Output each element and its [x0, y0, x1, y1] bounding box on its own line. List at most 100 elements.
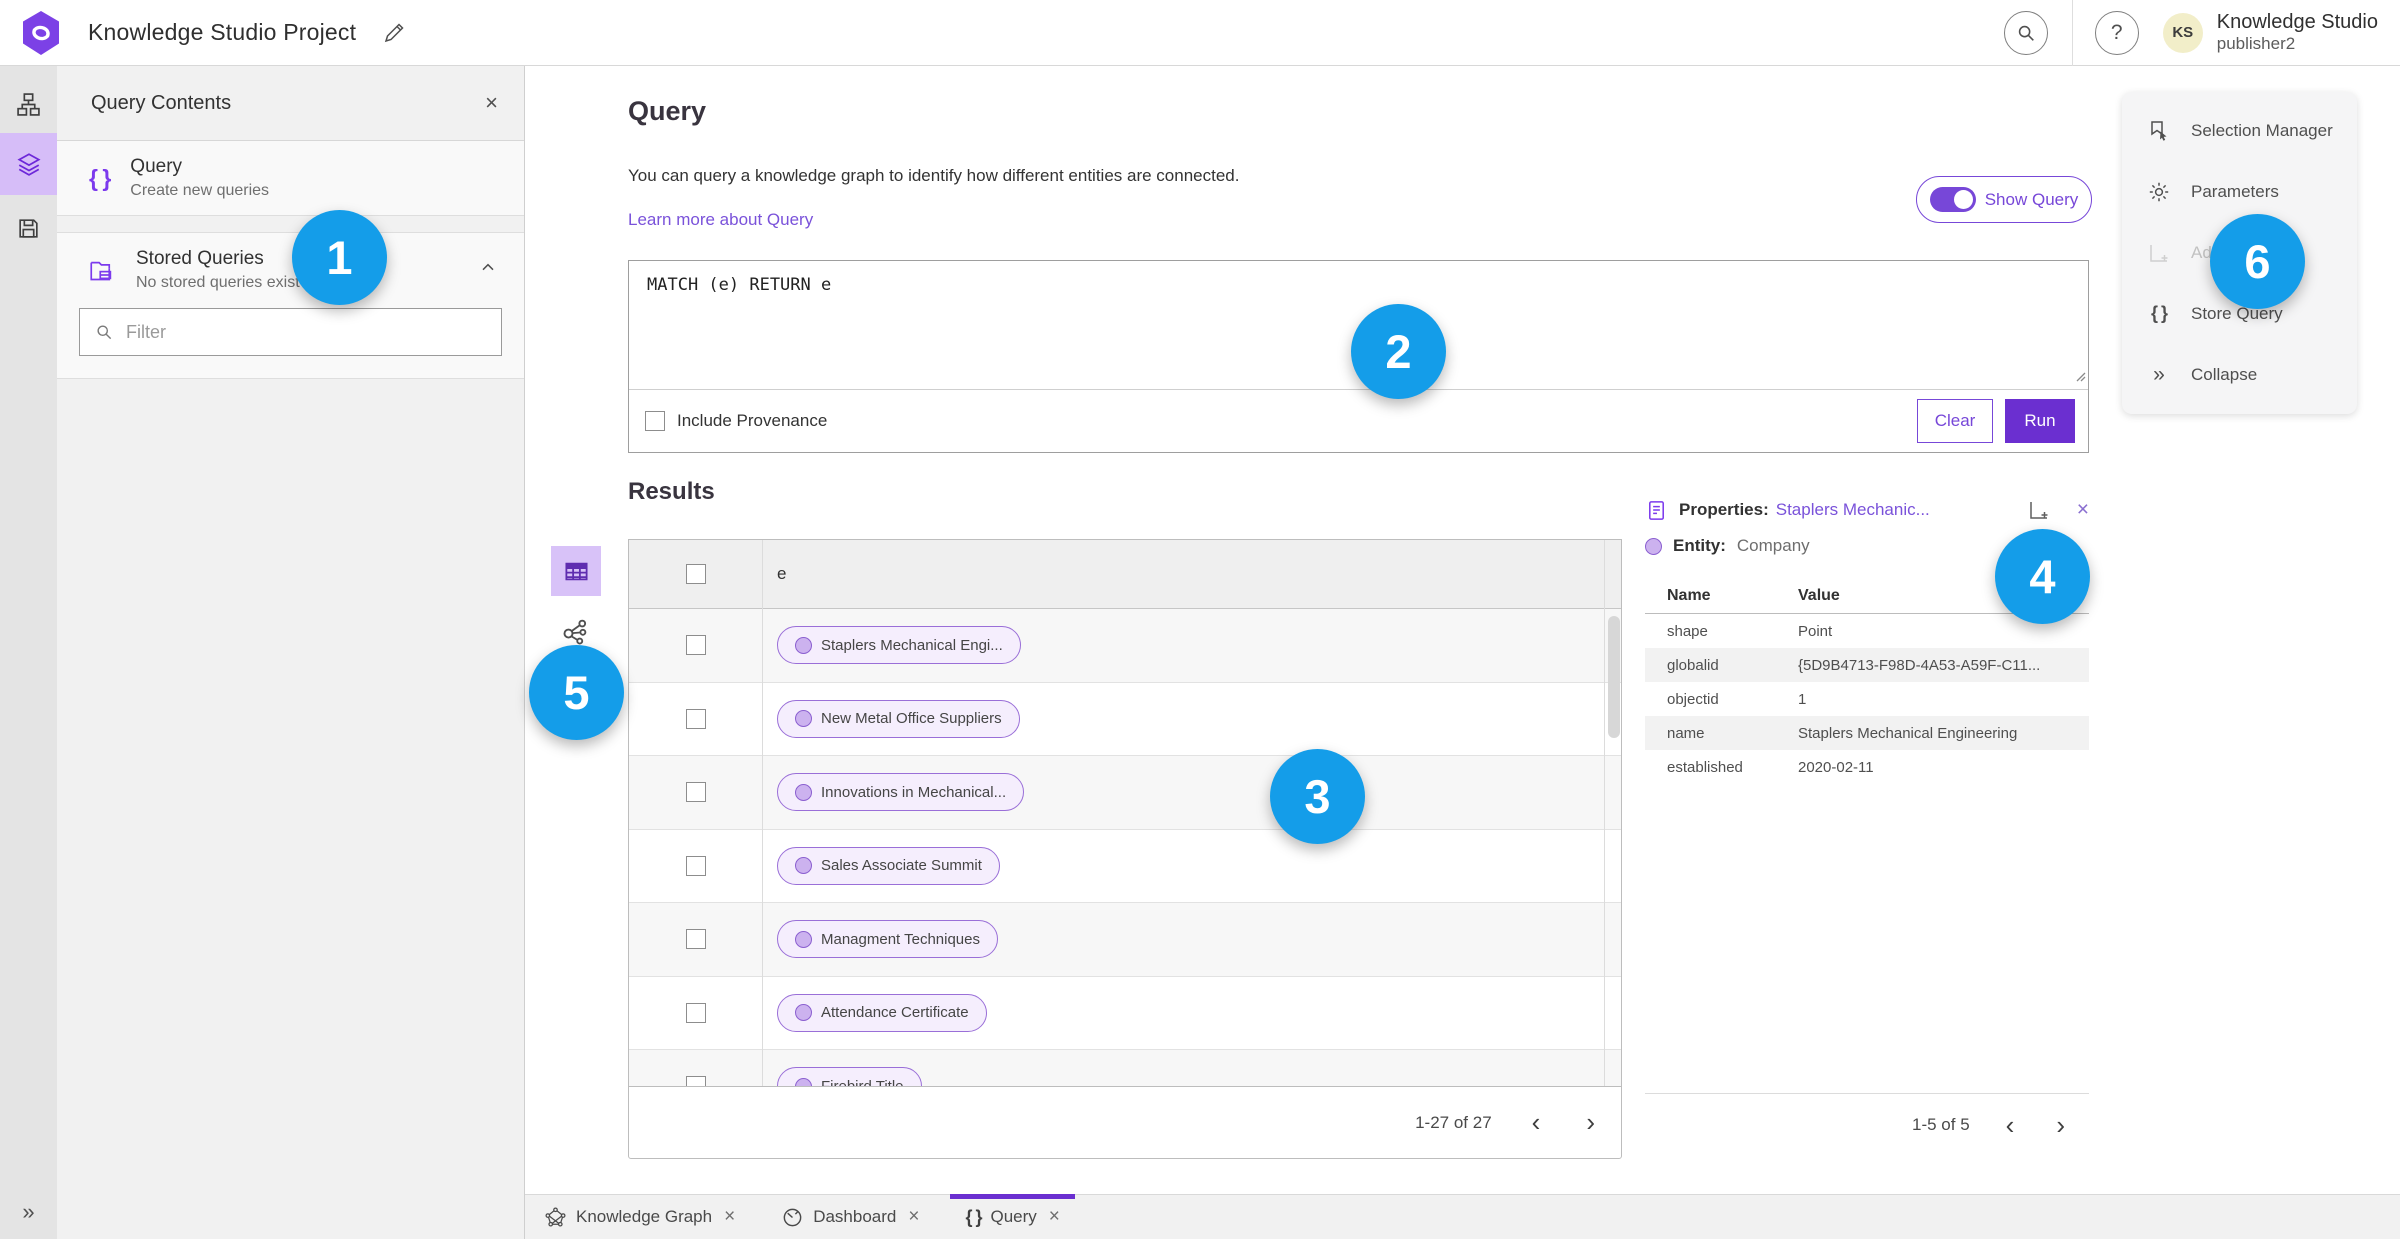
results-pagination: 1-27 of 27 ‹ › — [628, 1086, 1622, 1159]
property-value: 2020-02-11 — [1798, 758, 1874, 776]
row-checkbox[interactable] — [685, 782, 706, 803]
rail-item-layers[interactable] — [0, 133, 57, 195]
menu-item-parameters[interactable]: Parameters — [2122, 161, 2357, 222]
entity-pill[interactable]: Attendance Certificate — [777, 993, 987, 1032]
tab-label: Knowledge Graph — [576, 1207, 713, 1226]
chevron-right-icon: › — [1586, 1107, 1595, 1137]
rail-item-hierarchy[interactable] — [0, 75, 57, 133]
filter-search-icon — [97, 325, 112, 340]
row-checkbox[interactable] — [685, 708, 706, 729]
entity-label: Attendance Certificate — [821, 1004, 969, 1022]
entity-pill[interactable]: New Metal Office Suppliers — [777, 699, 1020, 738]
entity-dot-icon — [795, 857, 812, 875]
entity-pill[interactable]: Managment Techniques — [777, 920, 998, 959]
entity-pill[interactable]: Sales Associate Summit — [777, 846, 1000, 885]
menu-item-collapse[interactable]: » Collapse — [2122, 344, 2357, 405]
double-chevron-right-icon: » — [22, 1199, 35, 1224]
left-icon-rail: » — [0, 66, 57, 1239]
properties-entity-link[interactable]: Staplers Mechanic... — [1776, 500, 1930, 520]
panel-gap — [57, 216, 524, 232]
query-contents-panel: Query Contents × { } Query Create new qu… — [57, 66, 525, 1239]
properties-footer-divider — [1645, 1093, 2089, 1094]
gear-icon — [2149, 182, 2169, 201]
avatar[interactable]: KS — [2162, 12, 2203, 53]
scrollbar-track[interactable] — [1604, 540, 1605, 1086]
header-actions: ? KS Knowledge Studio publisher2 — [2003, 0, 2400, 66]
rail-item-save[interactable] — [0, 199, 57, 257]
table-icon — [564, 562, 588, 580]
next-page-button[interactable]: › — [1580, 1107, 1601, 1138]
entity-dot-icon — [795, 636, 812, 654]
run-button[interactable]: Run — [2005, 399, 2075, 443]
close-properties-button[interactable]: × — [2077, 498, 2089, 522]
property-row: name Staplers Mechanical Engineering — [1645, 716, 2089, 750]
table-row: Managment Techniques — [629, 903, 1621, 977]
row-checkbox[interactable] — [685, 635, 706, 656]
clear-button[interactable]: Clear — [1917, 399, 1993, 443]
learn-more-link[interactable]: Learn more about Query — [628, 210, 813, 230]
menu-item-label: Collapse — [2191, 364, 2258, 384]
prev-page-button[interactable]: ‹ — [1526, 1107, 1547, 1138]
table-view-button[interactable] — [551, 546, 601, 596]
expand-panel-button[interactable]: » — [0, 1199, 57, 1225]
prev-page-button[interactable]: ‹ — [2000, 1110, 2021, 1141]
callout-3: 3 — [1270, 749, 1365, 844]
table-row: Staplers Mechanical Engi... — [629, 609, 1621, 683]
tab-dashboard[interactable]: Dashboard × — [766, 1195, 934, 1239]
results-table: e Staplers Mechanical Engi... New Metal … — [628, 539, 1622, 1087]
row-checkbox[interactable] — [685, 1002, 706, 1023]
property-row: objectid 1 — [1645, 682, 2089, 716]
entity-label: Entity: — [1673, 536, 1726, 555]
close-tab-button[interactable]: × — [908, 1206, 919, 1228]
close-tab-button[interactable]: × — [724, 1206, 735, 1228]
property-value: Staplers Mechanical Engineering — [1798, 724, 2018, 742]
search-button[interactable] — [2003, 10, 2048, 55]
close-tab-button[interactable]: × — [1049, 1206, 1060, 1228]
add-to-selection-button[interactable] — [2027, 498, 2051, 522]
entity-pill[interactable]: Innovations in Mechanical... — [777, 773, 1025, 812]
property-name: shape — [1667, 622, 1708, 640]
edit-title-button[interactable] — [382, 21, 406, 45]
show-query-toggle[interactable]: Show Query — [1916, 176, 2092, 223]
add-item-icon — [2029, 502, 2048, 519]
menu-item-label: Parameters — [2191, 181, 2279, 201]
tab-knowledge-graph[interactable]: Knowledge Graph × — [529, 1195, 750, 1239]
include-provenance-checkbox[interactable] — [645, 411, 665, 431]
folder-icon — [90, 261, 112, 280]
query-item[interactable]: { } Query Create new queries — [57, 141, 524, 216]
hierarchy-icon — [17, 92, 40, 116]
entity-pill[interactable]: Staplers Mechanical Engi... — [777, 626, 1021, 665]
table-row: New Metal Office Suppliers — [629, 683, 1621, 756]
row-checkbox[interactable] — [685, 855, 706, 876]
double-chevron-right-icon: » — [2153, 362, 2165, 386]
callout-4: 4 — [1995, 529, 2090, 624]
entity-pill[interactable]: Firebird Title — [777, 1067, 922, 1086]
help-button[interactable]: ? — [2094, 10, 2139, 55]
properties-page-range: 1-5 of 5 — [1912, 1115, 1970, 1134]
tab-query[interactable]: { } Query × — [950, 1194, 1076, 1239]
toggle-switch-icon — [1929, 187, 1976, 212]
entity-label: Staplers Mechanical Engi... — [821, 636, 1003, 654]
filter-input[interactable] — [126, 321, 487, 343]
entity-label: Sales Associate Summit — [821, 857, 982, 875]
user-block[interactable]: Knowledge Studio publisher2 — [2217, 11, 2378, 55]
callout-5: 5 — [529, 645, 624, 740]
properties-pagination: 1-5 of 5 ‹ › — [1645, 1100, 2089, 1150]
collapse-section-button[interactable] — [478, 258, 498, 283]
close-panel-button[interactable]: × — [485, 92, 498, 114]
scrollbar-thumb[interactable] — [1608, 616, 1620, 738]
entity-label: Managment Techniques — [821, 930, 980, 948]
header-divider — [2071, 0, 2073, 66]
menu-item-selection-manager[interactable]: Selection Manager — [2122, 100, 2357, 161]
row-checkbox[interactable] — [685, 929, 706, 950]
chevron-up-icon — [482, 263, 494, 270]
stored-queries-header[interactable]: Stored Queries No stored queries exist — [57, 233, 524, 302]
top-header: Knowledge Studio Project ? KS Knowledge … — [0, 0, 2400, 66]
next-page-button[interactable]: › — [2050, 1110, 2071, 1141]
help-icon: ? — [2110, 20, 2123, 44]
filter-field — [79, 308, 502, 356]
resize-handle[interactable] — [2072, 368, 2086, 387]
menu-item-label: Ad — [2191, 242, 2212, 262]
select-all-checkbox[interactable] — [685, 564, 706, 584]
property-name: objectid — [1667, 690, 1719, 708]
